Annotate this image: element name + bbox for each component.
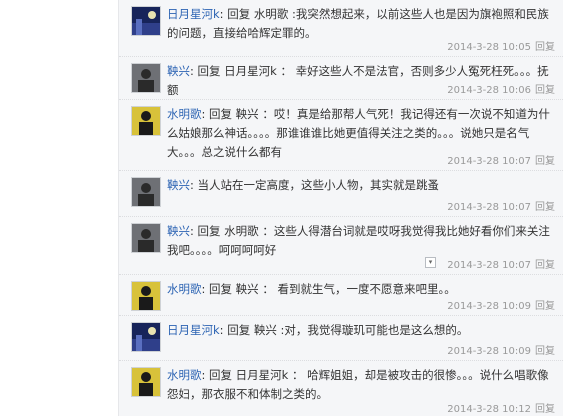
reply-timestamp: 2014-3-28 10:12 [447, 404, 531, 415]
reply-link[interactable]: 回复 [535, 404, 555, 415]
avatar[interactable] [131, 106, 161, 136]
right-gutter [563, 0, 580, 416]
reply-author[interactable]: 鞅兴 [167, 64, 190, 78]
reply-meta: 2014-3-28 10:09 回复 [447, 342, 555, 357]
reply-timestamp: 2014-3-28 10:07 [447, 202, 531, 213]
avatar-gray-figure-icon [132, 64, 160, 92]
reply-text: : 回复 鞅兴 ： 看到就生气，一度不愿意来吧里。。 [201, 282, 456, 296]
avatar-gray-figure-icon [132, 178, 160, 206]
reply-item: 水明歌: 回复 日月星河k ： 哈辉姐姐，却是被攻击的很惨。。。说什么唱歌像怨妇… [119, 361, 563, 416]
reply-content: 水明歌: 回复 日月星河k ： 哈辉姐姐，却是被攻击的很惨。。。说什么唱歌像怨妇… [167, 366, 551, 404]
reply-meta: 2014-3-28 10:07 回复 [447, 152, 555, 167]
reply-thread: 日月星河k: 回复 水明歌 :我突然想起来，以前这些人也是因为旗袍照和民族的问题… [118, 0, 563, 416]
reply-author[interactable]: 日月星河k [167, 7, 220, 21]
reply-meta: 2014-3-28 10:06 回复 [447, 81, 555, 96]
reply-meta: 2014-3-28 10:05 回复 [447, 38, 555, 53]
reply-item: 水明歌: 回复 鞅兴 ： 看到就生气，一度不愿意来吧里。。 2014-3-28 … [119, 275, 563, 316]
reply-timestamp: 2014-3-28 10:05 [447, 42, 531, 53]
avatar[interactable] [131, 367, 161, 397]
avatar[interactable] [131, 322, 161, 352]
reply-timestamp: 2014-3-28 10:09 [447, 346, 531, 357]
reply-content: 日月星河k: 回复 鞅兴 :对，我觉得璇玑可能也是这么想的。 [167, 321, 551, 340]
reply-link[interactable]: 回复 [535, 260, 555, 271]
reply-item: 日月星河k: 回复 鞅兴 :对，我觉得璇玑可能也是这么想的。 2014-3-28… [119, 316, 563, 361]
reply-meta: 2014-3-28 10:09 回复 [447, 297, 555, 312]
reply-timestamp: 2014-3-28 10:07 [447, 156, 531, 167]
reply-link[interactable]: 回复 [535, 301, 555, 312]
reply-author[interactable]: 日月星河k [167, 323, 220, 337]
reply-link[interactable]: 回复 [535, 156, 555, 167]
reply-meta: 2014-3-28 10:07 回复 [447, 198, 555, 213]
reply-item: 鞅兴: 当人站在一定高度，这些小人物，其实就是跳蚤 2014-3-28 10:0… [119, 171, 563, 217]
reply-text: : 回复 鞅兴 :对，我觉得璇玑可能也是这么想的。 [219, 323, 469, 337]
reply-item: 水明歌: 回复 鞅兴 ：哎！真是给那帮人气死！我记得还有一次说不知道为什么姑娘那… [119, 100, 563, 268]
reply-meta: 2014-3-28 10:07 回复 [447, 256, 555, 271]
reply-content: 鞅兴: 回复 水明歌 ：这些人得潜台词就是哎呀我觉得我比她好看你们来关注我吧。。… [167, 222, 551, 260]
reply-link[interactable]: 回复 [535, 42, 555, 53]
reply-author[interactable]: 水明歌 [167, 107, 202, 121]
left-gutter [0, 0, 118, 416]
reply-content: 鞅兴: 当人站在一定高度，这些小人物，其实就是跳蚤 [167, 176, 551, 195]
avatar[interactable] [131, 6, 161, 36]
avatar-gray-figure-icon [132, 224, 160, 252]
reply-author[interactable]: 水明歌 [167, 368, 202, 382]
reply-text: : 回复 水明歌 ：这些人得潜台词就是哎呀我觉得我比她好看你们来关注我吧。。。。… [167, 224, 550, 257]
reply-text: : 回复 水明歌 :我突然想起来，以前这些人也是因为旗袍照和民族的问题，直接给哈… [167, 7, 549, 40]
reply-text: : 当人站在一定高度，这些小人物，其实就是跳蚤 [190, 178, 440, 192]
reply-item: 鞅兴: 回复 水明歌 ：这些人得潜台词就是哎呀我觉得我比她好看你们来关注我吧。。… [119, 217, 563, 275]
reply-meta: 2014-3-28 10:12 回复 [447, 400, 555, 415]
avatar[interactable] [131, 223, 161, 253]
reply-timestamp: 2014-3-28 10:09 [447, 301, 531, 312]
reply-author[interactable]: 水明歌 [167, 282, 202, 296]
reply-link[interactable]: 回复 [535, 85, 555, 96]
reply-author[interactable]: 鞅兴 [167, 224, 190, 238]
avatar-blue-night-scene-icon [132, 7, 160, 35]
avatar-yellow-black-figure-icon [132, 107, 160, 135]
reply-timestamp: 2014-3-28 10:07 [447, 260, 531, 271]
reply-item: 鞅兴: 回复 日月星河k ： 幸好这些人不是法官，否则多少人冤死枉死。。。抚额 … [119, 57, 563, 100]
reply-item: 日月星河k: 回复 水明歌 :我突然想起来，以前这些人也是因为旗袍照和民族的问题… [119, 0, 563, 57]
avatar[interactable] [131, 177, 161, 207]
reply-link[interactable]: 回复 [535, 346, 555, 357]
avatar[interactable] [131, 281, 161, 311]
reply-author[interactable]: 鞅兴 [167, 178, 190, 192]
reply-text: : 回复 日月星河k ： 哈辉姐姐，却是被攻击的很惨。。。说什么唱歌像怨妇，那衣… [167, 368, 549, 401]
avatar-yellow-black-figure-icon [132, 282, 160, 310]
avatar-blue-night-scene-icon [132, 323, 160, 351]
reply-link[interactable]: 回复 [535, 202, 555, 213]
avatar-yellow-black-figure-icon [132, 368, 160, 396]
reply-timestamp: 2014-3-28 10:06 [447, 85, 531, 96]
avatar[interactable] [131, 63, 161, 93]
